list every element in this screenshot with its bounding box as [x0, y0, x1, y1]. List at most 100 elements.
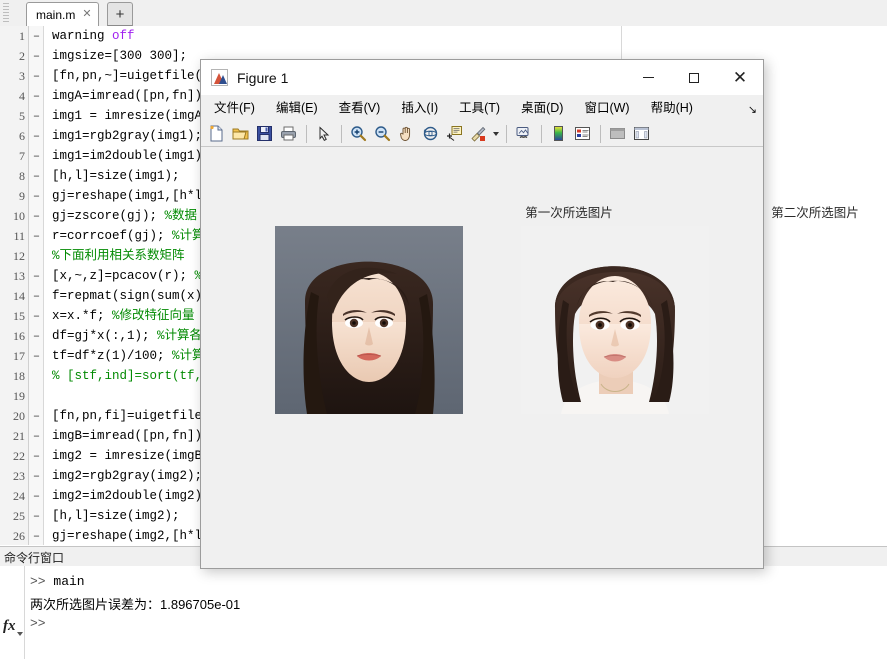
tabstrip-grip-icon[interactable]	[3, 3, 9, 23]
menu-desktop[interactable]: 桌面(D)	[513, 102, 571, 115]
executable-line-marker[interactable]: –	[31, 206, 42, 226]
maximize-button[interactable]	[671, 60, 717, 95]
line-number: 4	[19, 89, 25, 103]
executable-line-marker[interactable]: –	[31, 226, 42, 246]
figure-canvas[interactable]: 第一次所选图片 第二次所选图片	[201, 148, 859, 568]
line-number: 9	[19, 189, 25, 203]
command-text: main	[53, 574, 85, 589]
close-button[interactable]: ✕	[717, 60, 763, 95]
new-tab-button[interactable]: +	[107, 2, 133, 26]
code-text: img2=im2double(img2)	[52, 489, 203, 503]
executable-line-marker[interactable]: –	[31, 166, 42, 186]
save-figure-icon[interactable]	[253, 123, 275, 145]
executable-line-marker[interactable]: –	[31, 466, 42, 486]
line-number: 23	[13, 469, 25, 483]
code-text: x=x.*f; %修改特征向量	[52, 309, 195, 323]
line-number: 8	[19, 169, 25, 183]
line-number: 2	[19, 49, 25, 63]
executable-line-marker[interactable]: –	[31, 66, 42, 86]
executable-line-marker[interactable]: –	[31, 526, 42, 546]
executable-line-marker[interactable]: –	[31, 346, 42, 366]
line-number: 11	[13, 229, 25, 243]
portrait-photo-2-image	[521, 226, 709, 414]
fx-caret-icon[interactable]	[17, 632, 23, 636]
zoom-out-icon[interactable]	[371, 123, 393, 145]
portrait-photo-2[interactable]	[521, 226, 709, 414]
code-text: [h,l]=size(img2);	[52, 509, 180, 523]
line-number: 15	[13, 309, 25, 323]
executable-line-marker[interactable]: –	[31, 106, 42, 126]
window-controls: ✕	[625, 60, 763, 95]
code-text: r=corrcoef(gj); %计算	[52, 229, 205, 243]
code-text: %下面利用相关系数矩阵	[52, 249, 185, 263]
executable-line-marker[interactable]: –	[31, 286, 42, 306]
executable-line-marker[interactable]: –	[31, 126, 42, 146]
executable-line-marker[interactable]: –	[31, 406, 42, 426]
zoom-in-icon[interactable]	[347, 123, 369, 145]
menu-view[interactable]: 查看(V)	[331, 102, 389, 115]
line-number: 16	[13, 329, 25, 343]
pan-hand-icon[interactable]	[395, 123, 417, 145]
code-text: img2 = imresize(imgB	[52, 449, 203, 463]
close-icon: ✕	[732, 67, 748, 87]
menu-edit[interactable]: 编辑(E)	[268, 102, 326, 115]
figure-menubar[interactable]: 文件(F) 编辑(E) 查看(V) 插入(I) 工具(T) 桌面(D) 窗口(W) 帮助(H)…	[201, 95, 763, 121]
edit-plot-arrow-icon[interactable]	[312, 123, 334, 145]
code-text: gj=reshape(img2,[h*l	[52, 529, 203, 543]
minimize-button[interactable]	[625, 60, 671, 95]
legend-icon[interactable]	[571, 123, 593, 145]
menu-help[interactable]: 帮助(H)	[643, 102, 701, 115]
colorbar-icon[interactable]	[547, 123, 569, 145]
show-plot-tools-icon[interactable]	[630, 123, 652, 145]
fx-icon[interactable]: fx	[3, 618, 16, 635]
executable-line-marker[interactable]: –	[31, 146, 42, 166]
menu-insert[interactable]: 插入(I)	[393, 102, 446, 115]
code-text: [fn,pn,~]=uigetfile(	[52, 69, 203, 83]
code-text: img1=rgb2gray(img1);	[52, 129, 203, 143]
executable-line-marker[interactable]: –	[31, 446, 42, 466]
executable-line-marker[interactable]: –	[31, 426, 42, 446]
toolbar-separator	[600, 124, 601, 143]
rotate-3d-icon[interactable]	[419, 123, 441, 145]
open-file-icon[interactable]	[229, 123, 251, 145]
executable-line-marker[interactable]: –	[31, 326, 42, 346]
executable-line-marker[interactable]: –	[31, 46, 42, 66]
brush-icon[interactable]	[467, 123, 489, 145]
line-number: 12	[13, 249, 25, 263]
code-text: % [stf,ind]=sort(tf,	[52, 369, 203, 383]
executable-line-marker[interactable]: –	[31, 506, 42, 526]
code-text: [h,l]=size(img1);	[52, 169, 180, 183]
hide-plot-tools-icon[interactable]	[606, 123, 628, 145]
executable-line-marker[interactable]: –	[31, 266, 42, 286]
code-text: imgB=imread([pn,fn])	[52, 429, 203, 443]
figure-titlebar[interactable]: Figure 1 ✕	[201, 60, 763, 95]
executable-line-marker[interactable]: –	[31, 186, 42, 206]
code-text: gj=reshape(img1,[h*l	[52, 189, 203, 203]
menu-tools[interactable]: 工具(T)	[451, 102, 508, 115]
data-cursor-icon[interactable]	[443, 123, 465, 145]
command-window-body[interactable]: fx >> main 两次所选图片误差为：1.896705e-01 >>	[0, 566, 887, 659]
menu-overflow-icon[interactable]: ↘	[748, 103, 757, 116]
code-text: gj=zscore(gj); %数据	[52, 209, 198, 223]
menu-window[interactable]: 窗口(W)	[576, 102, 637, 115]
editor-tab-main-m[interactable]: main.m ✕	[26, 2, 99, 26]
portrait-photo-1[interactable]	[275, 226, 463, 414]
print-figure-icon[interactable]	[277, 123, 299, 145]
command-line: >>	[30, 616, 53, 631]
menu-file[interactable]: 文件(F)	[206, 102, 263, 115]
executable-line-marker[interactable]: –	[31, 486, 42, 506]
new-figure-icon[interactable]	[205, 123, 227, 145]
figure-toolbar[interactable]	[201, 121, 763, 147]
line-number: 25	[13, 509, 25, 523]
code-line[interactable]: 1– warning off	[0, 26, 887, 46]
executable-line-marker[interactable]: –	[31, 86, 42, 106]
executable-line-marker[interactable]: –	[31, 306, 42, 326]
brush-dropdown-caret[interactable]	[491, 123, 501, 145]
code-text: warning off	[52, 29, 135, 43]
executable-line-marker[interactable]: –	[31, 26, 42, 46]
link-plot-icon[interactable]	[512, 123, 534, 145]
command-text: 两次所选图片误差为：1.896705e-01	[30, 597, 241, 612]
line-number: 21	[13, 429, 25, 443]
close-icon[interactable]: ✕	[82, 9, 91, 20]
figure-window[interactable]: Figure 1 ✕ 文件(F) 编辑(E) 查看(V) 插入(I) 工具(T) 桌面(D…	[200, 59, 859, 569]
